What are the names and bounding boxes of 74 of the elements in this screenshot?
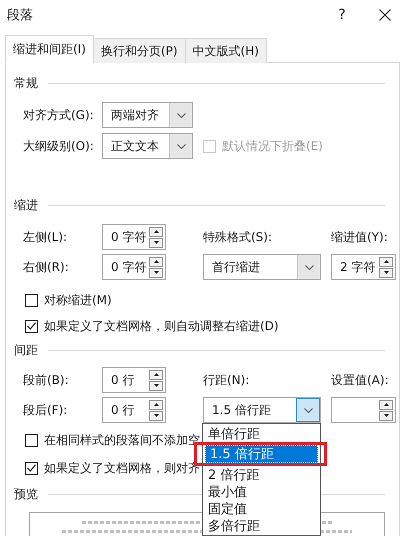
close-button[interactable] xyxy=(379,9,391,21)
chevron-down-icon xyxy=(176,144,186,148)
checkbox[interactable] xyxy=(25,294,38,306)
triangle-down-icon xyxy=(154,384,158,387)
field-label: 大纲级别(O): xyxy=(23,138,95,154)
field-label: 对齐方式(G): xyxy=(23,106,95,124)
dropdown-option[interactable]: 2 倍行距 xyxy=(203,466,320,483)
dropdown-field[interactable]: 首行缩进 xyxy=(203,254,321,280)
triangle-up-icon xyxy=(154,260,158,263)
checkmark-icon xyxy=(27,464,36,472)
spin-down-button[interactable] xyxy=(149,380,163,390)
spin-down-button[interactable] xyxy=(149,268,163,278)
triangle-down-icon xyxy=(154,241,158,244)
field-label: 左侧(L): xyxy=(23,228,68,246)
triangle-up-icon xyxy=(154,403,158,406)
tab[interactable]: 中文版式(H) xyxy=(184,38,267,63)
checkbox[interactable] xyxy=(25,462,38,474)
tab[interactable]: 换行和分页(P) xyxy=(92,38,186,63)
checkmark-icon xyxy=(27,322,36,330)
help-button[interactable]: ? xyxy=(332,7,352,23)
field-label: 右侧(R): xyxy=(23,258,70,276)
dropdown-option[interactable]: 最小值 xyxy=(203,483,320,500)
checkbox[interactable] xyxy=(25,434,38,446)
section-title: 常规 xyxy=(14,74,38,92)
checkbox-label: 对称缩进(M) xyxy=(44,292,112,308)
section-title: 预览 xyxy=(14,486,38,502)
triangle-up-icon xyxy=(384,260,388,263)
section-title: 间距 xyxy=(14,342,38,358)
triangle-down-icon xyxy=(154,271,158,274)
dropdown-option[interactable]: 固定值 xyxy=(203,500,320,517)
dropdown-option[interactable]: 多倍行距 xyxy=(203,517,320,534)
spin-up-button[interactable] xyxy=(379,400,393,410)
chevron-down-icon xyxy=(176,112,186,118)
spin-up-button[interactable] xyxy=(149,226,163,236)
number-field[interactable]: 0 行 xyxy=(102,397,166,423)
spin-up-button[interactable] xyxy=(149,370,163,380)
field-label: 行距(N): xyxy=(203,372,250,388)
dropdown-field[interactable]: 两端对齐 xyxy=(102,102,193,128)
triangle-up-icon xyxy=(154,230,158,233)
triangle-up-icon xyxy=(154,373,158,376)
window-title: 段落 xyxy=(7,7,34,24)
section-title: 缩进 xyxy=(14,196,38,214)
chevron-down-icon xyxy=(304,264,314,270)
close-icon xyxy=(379,9,391,21)
number-field[interactable]: 0 行 xyxy=(102,367,166,393)
spin-up-button[interactable] xyxy=(149,256,163,266)
triangle-down-icon xyxy=(154,414,158,417)
number-field[interactable] xyxy=(331,397,396,423)
dropdown-option[interactable]: 1.5 倍行距 xyxy=(205,445,318,463)
triangle-down-icon xyxy=(384,271,388,274)
number-field[interactable]: 2 字符 xyxy=(331,254,396,280)
triangle-up-icon xyxy=(384,403,388,406)
spin-up-button[interactable] xyxy=(149,400,163,410)
field-label: 缩进值(Y): xyxy=(331,228,389,246)
dropdown-option[interactable]: 单倍行距 xyxy=(203,425,320,442)
dropdown-field[interactable]: 1.5 倍行距 xyxy=(203,397,321,423)
checkbox[interactable] xyxy=(25,320,38,332)
spin-up-button[interactable] xyxy=(379,256,393,266)
tab[interactable]: 缩进和间距(I) xyxy=(5,35,94,64)
checkbox-label: 如果定义了文档网格，则自动调整右缩进(D) xyxy=(44,318,279,334)
field-label: 段后(F): xyxy=(23,402,68,418)
spin-down-button[interactable] xyxy=(379,268,393,278)
triangle-down-icon xyxy=(384,414,388,417)
checkbox-label: 默认情况下折叠(E) xyxy=(222,138,323,154)
spin-down-button[interactable] xyxy=(379,410,393,420)
field-label: 段前(B): xyxy=(23,372,70,388)
dropdown-field[interactable]: 正文文本 xyxy=(102,133,193,159)
spin-down-button[interactable] xyxy=(149,238,163,248)
number-field[interactable]: 0 字符 xyxy=(102,224,166,250)
spin-down-button[interactable] xyxy=(149,410,163,420)
number-field[interactable]: 0 字符 xyxy=(102,254,166,280)
chevron-down-icon xyxy=(304,408,312,412)
field-label: 特殊格式(S): xyxy=(203,228,274,246)
field-label: 设置值(A): xyxy=(331,372,390,388)
